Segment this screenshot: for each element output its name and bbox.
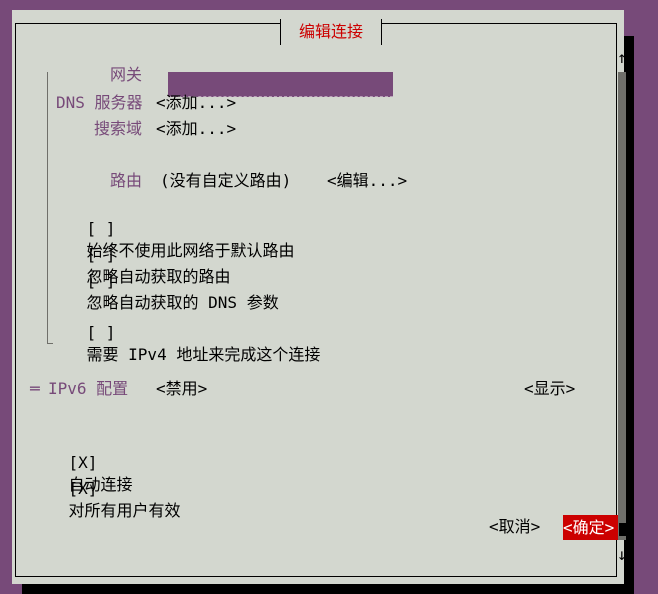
scrollbar[interactable]: [618, 72, 626, 540]
scroll-up-arrow-icon[interactable]: ↑: [617, 50, 633, 66]
ipv6-show-button[interactable]: <显示>: [524, 378, 575, 400]
gateway-label: 网关: [110, 65, 143, 84]
never-default-checkbox[interactable]: [ ] 始终不使用此网络于默认路由: [48, 196, 295, 260]
routing-label: 路由: [110, 171, 143, 190]
require-ipv4-checkbox[interactable]: [ ] 需要 IPv4 地址来完成这个连接: [48, 300, 321, 364]
search-domains-label: 搜索域: [94, 119, 143, 138]
dialog-title: 编辑连接: [280, 19, 382, 45]
checkbox-label: 对所有用户有效: [68, 501, 181, 520]
ok-button[interactable]: <确定>: [563, 515, 618, 540]
text-cursor: [619, 523, 626, 536]
all-users-checkbox[interactable]: [X] 对所有用户有效: [30, 456, 181, 520]
edit-connection-dialog: 编辑连接 ↑ ↓ 网关 DNS 服务器 <添加...> 搜索域 <添加...> …: [12, 10, 627, 584]
ipv6-mode-select[interactable]: <禁用>: [156, 378, 207, 400]
routing-value: (没有自定义路由): [160, 171, 292, 190]
scroll-down-arrow-icon[interactable]: ↓: [617, 547, 633, 563]
cancel-button[interactable]: <取消>: [489, 516, 540, 538]
auto-connect-checkbox[interactable]: [X] 自动连接: [30, 430, 133, 494]
ignore-auto-dns-checkbox[interactable]: [ ] 忽略自动获取的 DNS 参数: [48, 248, 279, 312]
checkbox-mark: [ ]: [86, 271, 116, 290]
dns-servers-label: DNS 服务器: [56, 93, 143, 112]
ignore-auto-routes-checkbox[interactable]: [ ] 忽略自动获取的路由: [48, 222, 231, 286]
checkbox-mark: [X]: [68, 479, 98, 498]
dns-add-button[interactable]: <添加...>: [156, 92, 236, 114]
ipv6-config-label: IPv6 配置: [48, 379, 129, 398]
search-domains-add-button[interactable]: <添加...>: [156, 118, 236, 140]
checkbox-label: 需要 IPv4 地址来完成这个连接: [86, 345, 321, 364]
checkbox-mark: [ ]: [86, 323, 116, 342]
routing-edit-button[interactable]: <编辑...>: [327, 170, 407, 192]
ipv6-section-marker: ═: [30, 379, 40, 398]
